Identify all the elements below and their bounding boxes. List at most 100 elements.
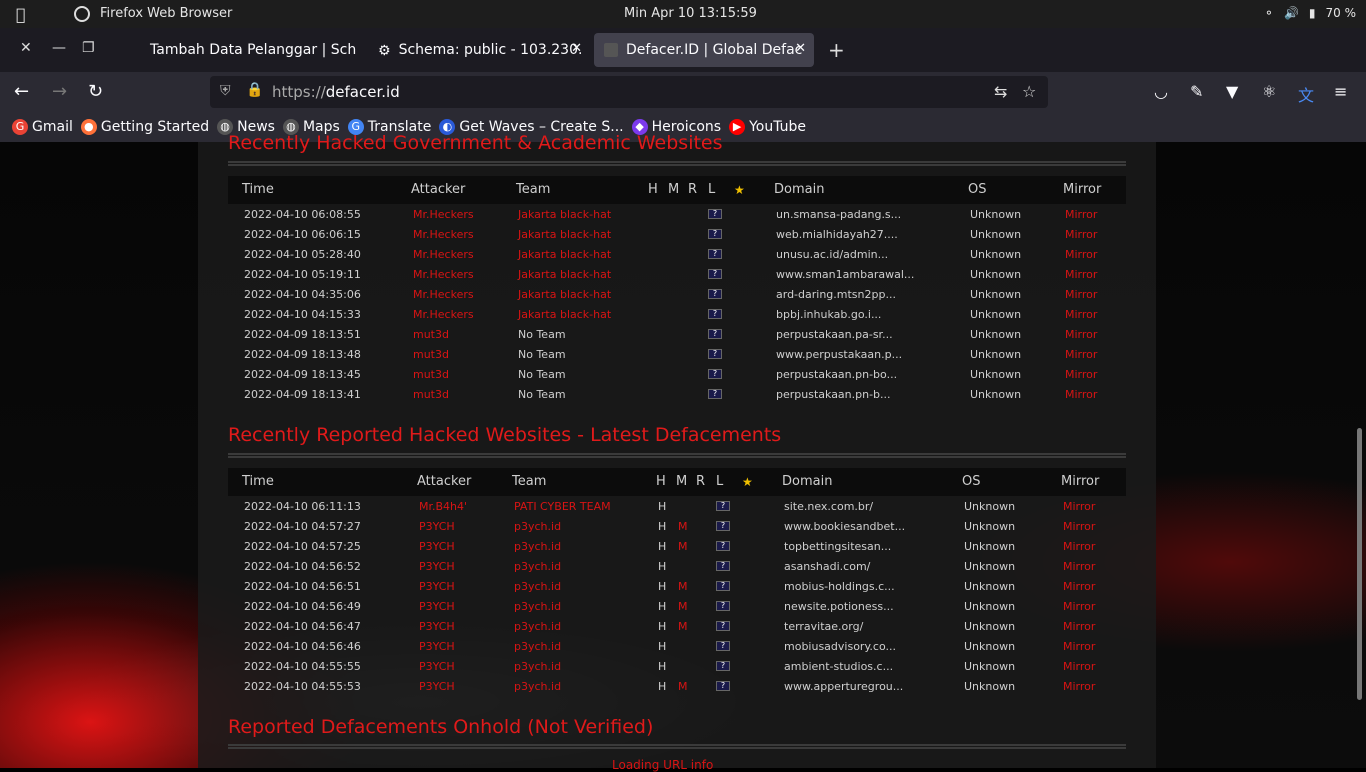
row-mirror-link[interactable]: Mirror (1065, 348, 1097, 361)
row-attacker-link[interactable]: P3YCH (419, 520, 455, 533)
column-header-time[interactable]: Time (242, 474, 274, 489)
window-maximize-icon[interactable]: ❐ (82, 40, 95, 56)
row-attacker-link[interactable]: mut3d (413, 368, 449, 381)
row-mirror-link[interactable]: Mirror (1063, 660, 1095, 673)
url-text[interactable]: https://defacer.id (272, 83, 400, 101)
address-bar[interactable]: ⛨ 🔒 https://defacer.id ⇆ ☆ (210, 76, 1048, 108)
row-team-link[interactable]: p3ych.id (514, 660, 561, 673)
row-attacker-link[interactable]: P3YCH (419, 580, 455, 593)
wifi-icon[interactable]: ⚬ (1264, 6, 1274, 20)
row-mirror-link[interactable]: Mirror (1065, 328, 1097, 341)
row-mirror-link[interactable]: Mirror (1063, 640, 1095, 653)
app-name[interactable]: Firefox Web Browser (100, 6, 232, 21)
row-mirror-link[interactable]: Mirror (1063, 500, 1095, 513)
row-team-link[interactable]: p3ych.id (514, 640, 561, 653)
translate-page-icon[interactable]: ⇆ (994, 82, 1007, 101)
row-attacker-link[interactable]: P3YCH (419, 540, 455, 553)
column-header-star[interactable]: ★ (742, 475, 753, 489)
row-team-link[interactable]: p3ych.id (514, 540, 561, 553)
row-mirror-link[interactable]: Mirror (1065, 368, 1097, 381)
row-mirror-link[interactable]: Mirror (1063, 580, 1095, 593)
row-team-link[interactable]: p3ych.id (514, 680, 561, 693)
system-clock[interactable]: Min Apr 10 13:15:59 (624, 6, 757, 21)
row-mirror-link[interactable]: Mirror (1065, 268, 1097, 281)
row-attacker-link[interactable]: Mr.Heckers (413, 208, 474, 221)
column-header-r[interactable]: R (688, 182, 697, 197)
column-header-team[interactable]: Team (512, 474, 546, 489)
row-mirror-link[interactable]: Mirror (1065, 308, 1097, 321)
row-attacker-link[interactable]: mut3d (413, 328, 449, 341)
row-team-link[interactable]: PATI CYBER TEAM (514, 500, 611, 513)
row-team-link[interactable]: Jakarta black-hat (518, 288, 611, 301)
column-header-os[interactable]: OS (968, 182, 986, 197)
row-attacker-link[interactable]: P3YCH (419, 600, 455, 613)
column-header-domain[interactable]: Domain (774, 182, 824, 197)
row-team-link[interactable]: Jakarta black-hat (518, 208, 611, 221)
new-tab-plus-icon[interactable]: + (828, 38, 845, 62)
row-team-link[interactable]: p3ych.id (514, 620, 561, 633)
column-header-l[interactable]: L (708, 182, 715, 197)
reload-icon[interactable]: ↻ (88, 81, 103, 102)
lock-icon[interactable]: 🔒 (246, 82, 263, 98)
row-mirror-link[interactable]: Mirror (1065, 208, 1097, 221)
scrollbar-thumb[interactable] (1357, 428, 1362, 700)
column-header-r[interactable]: R (696, 474, 705, 489)
row-attacker-link[interactable]: Mr.Heckers (413, 288, 474, 301)
pocket-icon[interactable]: ◡ (1154, 82, 1168, 101)
row-team-link[interactable]: p3ych.id (514, 560, 561, 573)
row-attacker-link[interactable]: P3YCH (419, 620, 455, 633)
tab-schema[interactable]: ⚙ Schema: public - 103.230. ✕ (368, 33, 590, 67)
row-mirror-link[interactable]: Mirror (1063, 520, 1095, 533)
row-attacker-link[interactable]: P3YCH (419, 560, 455, 573)
row-team-link[interactable]: Jakarta black-hat (518, 248, 611, 261)
column-header-mirror[interactable]: Mirror (1061, 474, 1099, 489)
row-attacker-link[interactable]: Mr.Heckers (413, 228, 474, 241)
row-attacker-link[interactable]: Mr.Heckers (413, 268, 474, 281)
tab-close-icon[interactable]: ✕ (571, 41, 582, 56)
extension-translate-icon[interactable]: 文 (1298, 82, 1314, 106)
bookmark-item[interactable]: G Gmail (12, 119, 73, 135)
tab-defacer[interactable]: Defacer.ID | Global Defac ✕ (594, 33, 814, 67)
column-header-mirror[interactable]: Mirror (1063, 182, 1101, 197)
row-mirror-link[interactable]: Mirror (1063, 680, 1095, 693)
column-header-attacker[interactable]: Attacker (417, 474, 471, 489)
back-arrow-icon[interactable]: ← (14, 81, 29, 102)
column-header-h[interactable]: H (656, 474, 666, 489)
column-header-m[interactable]: M (676, 474, 687, 489)
extension-vue-icon[interactable]: ▼ (1226, 82, 1238, 101)
window-minimize-icon[interactable]: — (52, 40, 66, 56)
row-mirror-link[interactable]: Mirror (1065, 228, 1097, 241)
row-team-link[interactable]: p3ych.id (514, 600, 561, 613)
extension-react-icon[interactable]: ⚛ (1262, 82, 1276, 101)
tab-close-icon[interactable]: ✕ (795, 41, 806, 56)
column-header-l[interactable]: L (716, 474, 723, 489)
column-header-team[interactable]: Team (516, 182, 550, 197)
row-attacker-link[interactable]: mut3d (413, 348, 449, 361)
row-team-link[interactable]: Jakarta black-hat (518, 268, 611, 281)
row-mirror-link[interactable]: Mirror (1065, 388, 1097, 401)
column-header-attacker[interactable]: Attacker (411, 182, 465, 197)
row-mirror-link[interactable]: Mirror (1063, 560, 1095, 573)
row-attacker-link[interactable]: P3YCH (419, 640, 455, 653)
column-header-h[interactable]: H (648, 182, 658, 197)
tab-tambah-data[interactable]: Tambah Data Pelanggar | Sch (140, 33, 368, 67)
column-header-domain[interactable]: Domain (782, 474, 832, 489)
column-header-time[interactable]: Time (242, 182, 274, 197)
row-attacker-link[interactable]: Mr.Heckers (413, 248, 474, 261)
row-mirror-link[interactable]: Mirror (1063, 600, 1095, 613)
row-attacker-link[interactable]: P3YCH (419, 680, 455, 693)
bookmark-item[interactable]: ▶ YouTube (729, 119, 806, 135)
row-attacker-link[interactable]: mut3d (413, 388, 449, 401)
row-team-link[interactable]: Jakarta black-hat (518, 308, 611, 321)
row-team-link[interactable]: p3ych.id (514, 520, 561, 533)
volume-icon[interactable]: 🔊 (1284, 6, 1299, 20)
row-team-link[interactable]: p3ych.id (514, 580, 561, 593)
battery-icon[interactable]: ▮ (1309, 6, 1316, 20)
column-header-os[interactable]: OS (962, 474, 980, 489)
row-mirror-link[interactable]: Mirror (1065, 248, 1097, 261)
system-status-area[interactable]: ⚬ 🔊 ▮ 70 % (1264, 6, 1356, 20)
apple-logo-icon[interactable]:  (16, 5, 26, 24)
row-mirror-link[interactable]: Mirror (1063, 620, 1095, 633)
tracking-shield-icon[interactable]: ⛨ (220, 83, 231, 99)
hamburger-menu-icon[interactable]: ≡ (1334, 82, 1347, 101)
